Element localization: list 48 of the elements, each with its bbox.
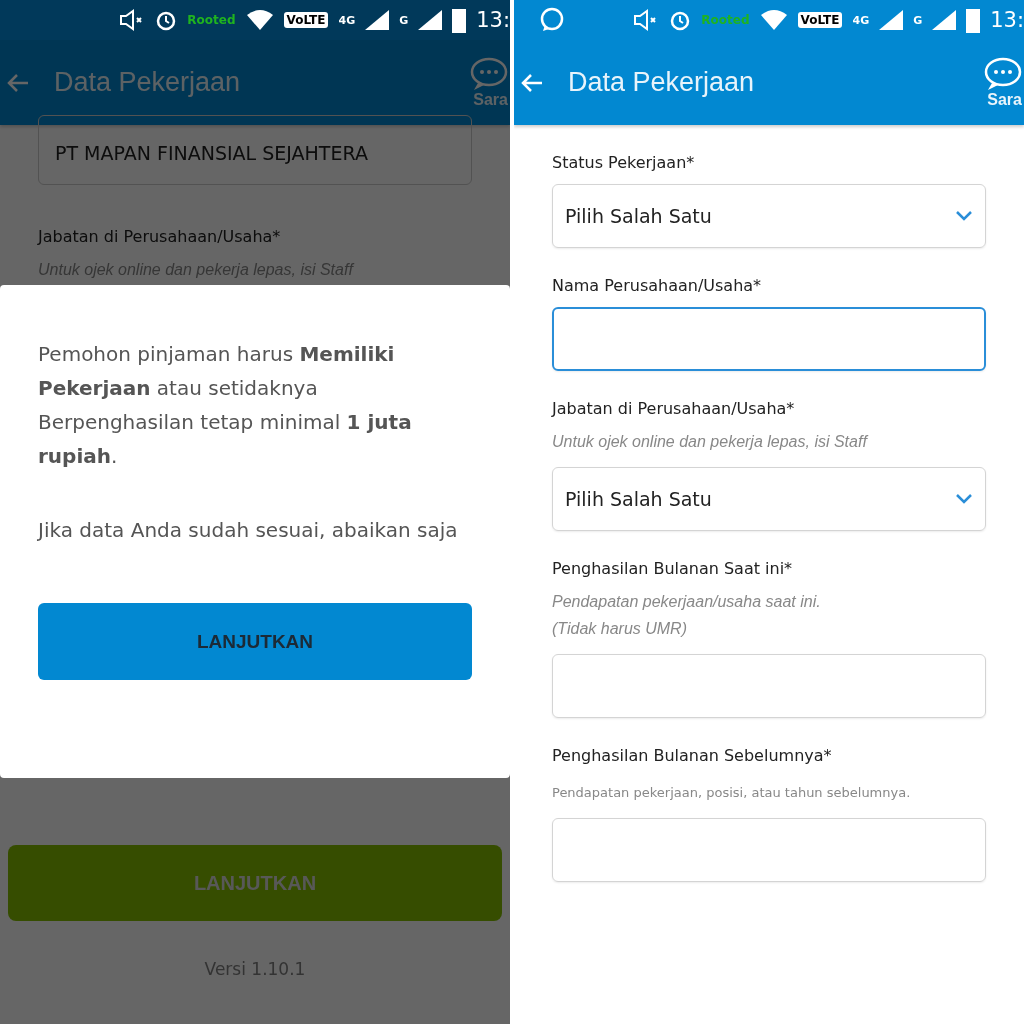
rooted-tag: Rooted [187,13,236,27]
clock: 13: [990,8,1024,32]
signal-icon [879,10,904,30]
chat-bubble-icon[interactable] [984,56,1022,91]
input-field[interactable]: PT MAPAN FINANSIAL SEJAHTERA [38,115,472,185]
field-hint: Pendapatan pekerjaan/usaha saat ini. (Tidak harus UMR) [552,592,822,639]
network-label: VoLTE [283,12,329,28]
network-label: G [399,13,409,27]
rooted-tag: Rooted [701,13,750,27]
continue-button[interactable]: LANJUTKAN [38,603,472,680]
screen-title: Data Pekerjaan [54,67,241,98]
wifi-icon [245,9,274,31]
clock: 13: [476,8,510,32]
field-value: PT MAPAN FINANSIAL SEJAHTERA [55,142,368,164]
chevron-down-icon [955,210,973,222]
field-hint: Pendapatan pekerjaan, posisi, atau tahun sebelumnya. [552,784,912,802]
field-label: Jabatan di Perusahaan/Usaha* [38,227,282,246]
screen-title: Data Pekerjaan [568,67,755,98]
chevron-down-icon [955,493,973,505]
action-label[interactable]: Sara [987,90,1022,109]
dialog-message: Pemohon pinjaman harus Memiliki Pekerjaan atau setidaknya Berpenghasilan tetap minimal 1 juta rupiah. [38,341,413,470]
alarm-icon [669,9,692,31]
field-label: Nama Perusahaan/Usaha* [552,276,763,295]
dropdown[interactable]: Pilih Salah Satu [552,184,986,248]
chat-bubble-icon[interactable] [470,56,508,91]
battery-icon [452,7,467,33]
field-label: Penghasilan Bulanan Sebelumnya* [552,746,833,765]
network-label: 4G [338,13,356,27]
chat-icon [538,6,566,34]
dropdown-value: Pilih Salah Satu [565,488,713,510]
network-label: VoLTE [797,12,843,28]
network-label: G [913,13,923,27]
network-label: 4G [852,13,870,27]
signal-icon [932,10,957,30]
field-label: Jabatan di Perusahaan/Usaha* [552,399,796,418]
dropdown-value: Pilih Salah Satu [565,205,713,227]
alarm-icon [155,9,178,31]
dialog-message: Jika data Anda sudah sesuai, abaikan saja [38,517,459,544]
signal-icon [418,10,443,30]
dropdown[interactable]: Pilih Salah Satu [552,467,986,531]
signal-icon [365,10,390,30]
battery-icon [966,7,981,33]
field-hint: Untuk ojek online dan pekerja lepas, isi Staff [552,432,870,452]
action-label[interactable]: Sara [473,90,508,109]
input-field[interactable] [552,307,986,371]
field-label: Penghasilan Bulanan Saat ini* [552,559,794,578]
wifi-icon [759,9,788,31]
field-label: Status Pekerjaan* [552,153,696,172]
